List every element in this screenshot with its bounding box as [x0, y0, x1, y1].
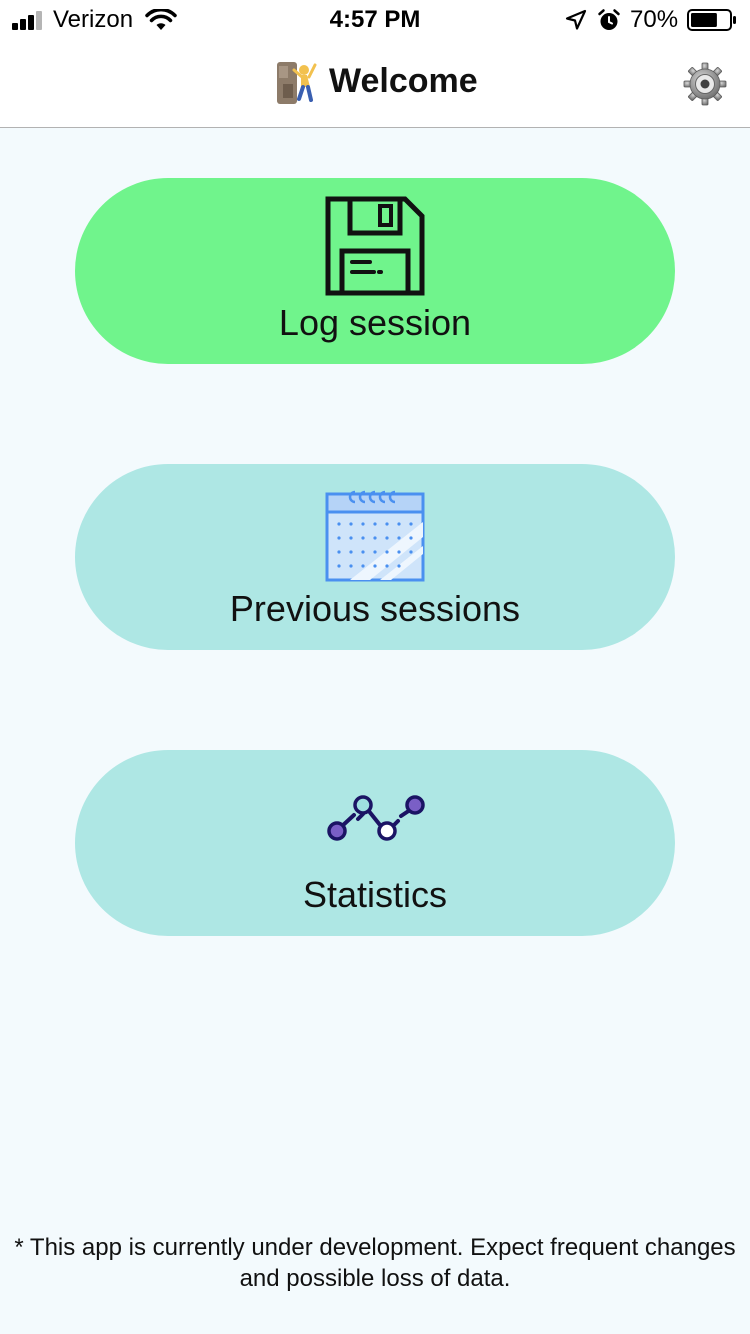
calendar-icon	[325, 490, 425, 582]
alarm-icon	[598, 9, 620, 30]
previous-sessions-button[interactable]: Previous sessions	[75, 464, 675, 650]
climber-emoji-icon	[277, 62, 317, 104]
status-bar: Verizon 4:57 PM 70%	[0, 0, 750, 40]
gear-icon[interactable]	[683, 62, 727, 106]
log-session-label: Log session	[278, 302, 472, 343]
battery-percentage: 70%	[630, 6, 679, 33]
previous-sessions-label: Previous sessions	[229, 588, 521, 629]
battery-icon	[687, 9, 736, 31]
statistics-label: Statistics	[302, 874, 448, 915]
floppy-disk-icon	[325, 196, 425, 296]
location-arrow-icon	[565, 9, 587, 30]
statistics-button[interactable]: Statistics	[75, 750, 675, 936]
navigation-bar: Welcome	[0, 40, 750, 128]
line-chart-icon	[327, 795, 425, 841]
development-disclaimer: * This app is currently under developmen…	[14, 1234, 736, 1292]
page-title: Welcome	[329, 62, 478, 100]
log-session-button[interactable]: Log session	[75, 178, 675, 364]
